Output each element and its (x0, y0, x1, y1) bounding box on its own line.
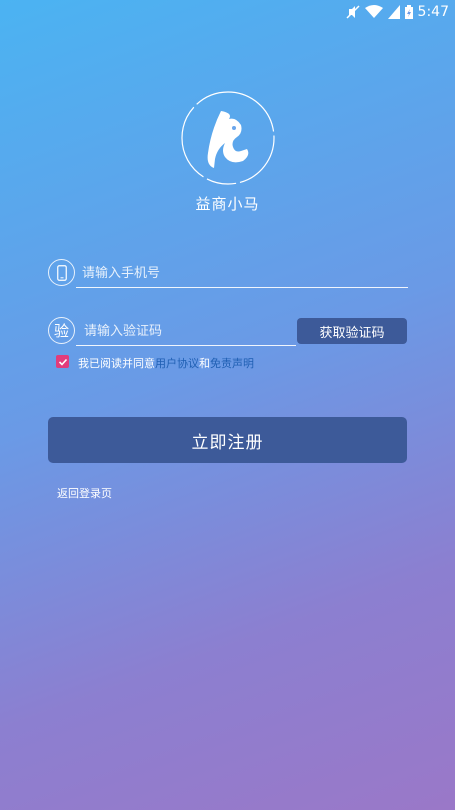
agreement-text: 我已阅读并同意用户协议和免责声明 (78, 357, 254, 370)
app-name: 益商小马 (195, 195, 260, 213)
disclaimer-link[interactable]: 免责声明 (210, 357, 254, 370)
agreement-checkbox[interactable] (56, 355, 69, 368)
code-underline (76, 345, 296, 346)
register-button[interactable]: 立即注册 (48, 417, 407, 463)
user-agreement-link[interactable]: 用户协议 (155, 357, 199, 370)
mute-icon (346, 5, 360, 19)
get-code-button[interactable]: 获取验证码 (297, 318, 407, 344)
battery-icon (404, 5, 413, 19)
status-bar: 5:47 (0, 0, 455, 26)
verify-code-icon: 验 (48, 317, 75, 344)
signal-icon (387, 5, 400, 19)
back-to-login-link[interactable]: 返回登录页 (57, 485, 112, 501)
check-icon (58, 358, 67, 366)
horse-head-flame-icon (207, 111, 249, 168)
phone-input[interactable] (82, 263, 402, 283)
status-time: 5:47 (417, 4, 449, 20)
code-input[interactable] (84, 321, 289, 341)
wifi-icon (364, 5, 383, 18)
phone-underline (76, 287, 408, 288)
phone-icon (48, 259, 75, 286)
app-logo (181, 91, 275, 185)
